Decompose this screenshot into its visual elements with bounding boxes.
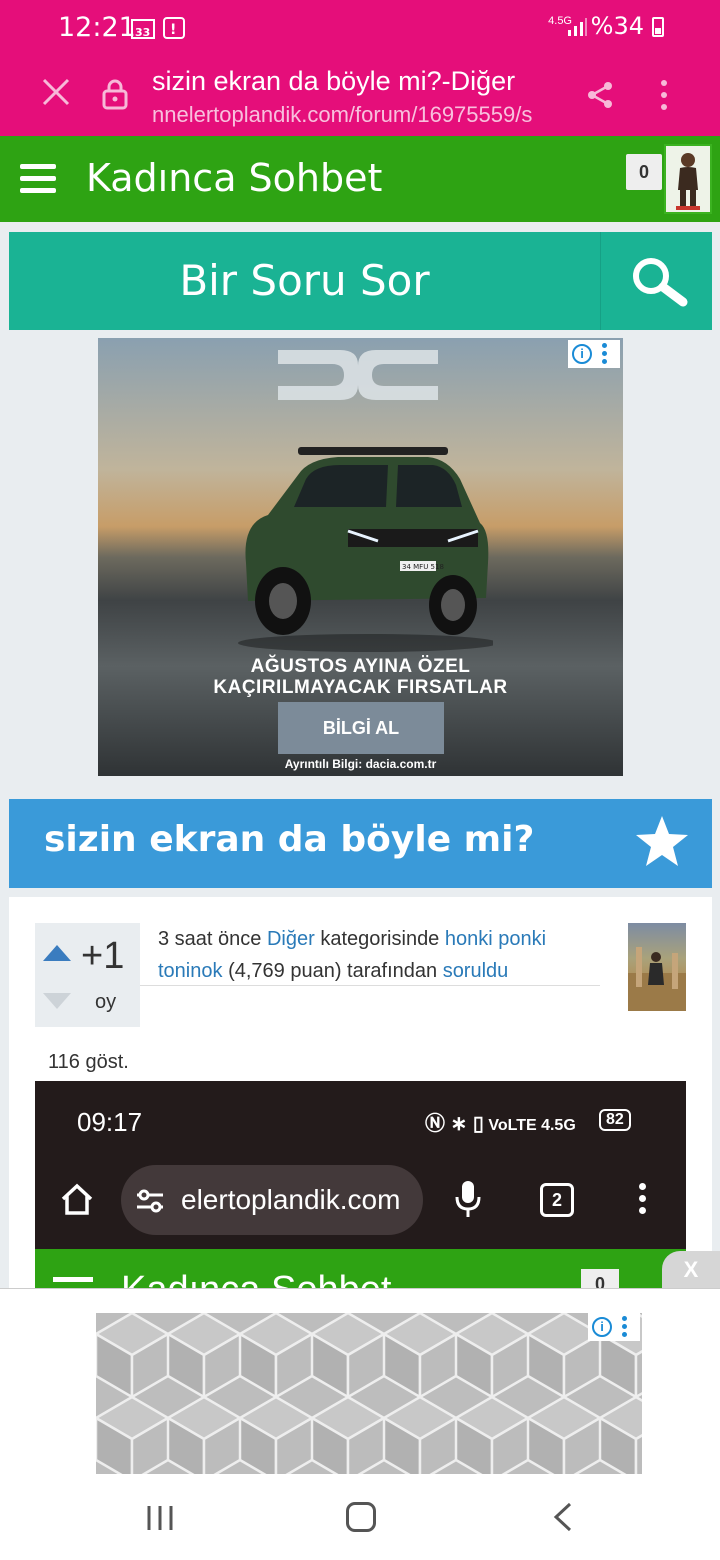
notification-count[interactable]: 0 [626, 154, 662, 190]
category-link[interactable]: Diğer [267, 928, 315, 950]
shot-url-bar: elertoplandik.com [121, 1165, 423, 1235]
lock-icon[interactable] [101, 78, 129, 110]
share-icon[interactable] [585, 80, 615, 110]
divider [140, 985, 600, 986]
vote-down-icon[interactable] [43, 993, 71, 1009]
license-plate: 34 MFU 518 [402, 563, 444, 571]
ad-headline-line2: KAÇIRILMAYACAK FIRSATLAR [213, 677, 508, 698]
close-ad-button[interactable]: X [662, 1251, 720, 1288]
notification-icons: 33 ! [130, 14, 186, 46]
vote-label: oy [95, 991, 117, 1013]
car-image: 34 MFU 518 [238, 447, 493, 652]
notification-icon: 33 ! [131, 17, 185, 39]
question-body: +1 oy 3 saat önce Diğer kategorisinde ho… [9, 897, 712, 1297]
vote-box: +1 oy [35, 923, 140, 1027]
vote-count: +1 [81, 935, 125, 977]
author-points: (4,769 puan) [228, 960, 342, 982]
battery-percent: %34 [590, 12, 644, 40]
author-avatar[interactable] [628, 923, 686, 1011]
system-nav-bar [0, 1478, 720, 1560]
home-icon[interactable] [346, 1502, 376, 1532]
by-word: tarafından [347, 960, 438, 982]
sticky-ad: i [0, 1288, 720, 1478]
embedded-screenshot: 09:17 Ⓝ ∗ ▯ VoLTE 4.5G 82 elertoplandik.… [35, 1081, 686, 1297]
advertisement-banner[interactable]: 34 MFU 518 AĞUSTOS AYINA ÖZEL KAÇIRILMAY… [98, 338, 623, 776]
ad-footer-text: Ayrıntılı Bilgi: dacia.com.tr [284, 757, 437, 771]
status-time: 12:21 [58, 12, 136, 43]
battery-icon [652, 17, 664, 37]
question-header: sizin ekran da böyle mi? [9, 799, 712, 888]
shot-network: VoLTE 4.5G [488, 1117, 576, 1134]
shot-battery: 82 [599, 1109, 631, 1131]
status-bar: 12:21 33 ! 4.5G %34 [0, 0, 720, 54]
ad-info-icon[interactable]: i [588, 1313, 640, 1341]
user-avatar[interactable] [664, 144, 712, 214]
sticky-ad-banner[interactable]: i [96, 1313, 642, 1474]
ad-headline-line1: AĞUSTOS AYINA ÖZEL [250, 656, 471, 677]
search-button[interactable] [600, 232, 712, 330]
time-ago: 3 saat önce [158, 928, 262, 950]
ask-question-button[interactable]: Bir Soru Sor [9, 232, 600, 330]
signal-icon [568, 18, 587, 36]
back-icon[interactable] [552, 1502, 574, 1532]
shot-mic-icon [455, 1181, 481, 1217]
asked-link[interactable]: soruldu [443, 960, 509, 982]
site-header: Kadınca Sohbet 0 [0, 136, 720, 222]
ad-info-icon[interactable]: i [568, 340, 620, 368]
question-title: sizin ekran da böyle mi? [44, 819, 535, 860]
shot-status-icons: Ⓝ ∗ ▯ VoLTE 4.5G [425, 1113, 576, 1135]
ad-cta-button[interactable]: BİLGİ AL [278, 702, 444, 754]
svg-text:!: ! [170, 22, 176, 38]
shot-menu-icon [53, 1277, 93, 1282]
favorite-star-icon[interactable] [633, 813, 691, 871]
search-icon [633, 258, 688, 307]
ask-question-bar: Bir Soru Sor [9, 232, 712, 330]
ad-headline: AĞUSTOS AYINA ÖZEL KAÇIRILMAYACAK FIRSAT… [98, 656, 623, 698]
shot-home-icon [61, 1183, 93, 1215]
view-count: 116 göst. [48, 1051, 129, 1073]
ad-pattern-image [96, 1313, 642, 1474]
shot-time: 09:17 [77, 1107, 143, 1137]
page-url[interactable]: nnelertoplandik.com/forum/16975559/s [152, 102, 557, 128]
browser-top-bar: 12:21 33 ! 4.5G %34 sizin ekran da böyle… [0, 0, 720, 136]
shot-more-icon [639, 1183, 647, 1219]
category-suffix: kategorisinde [320, 928, 440, 950]
vote-up-icon[interactable] [43, 945, 71, 961]
brand-logo-icon [278, 350, 438, 400]
question-meta: 3 saat önce Diğer kategorisinde honki po… [158, 923, 598, 987]
notif-count: 33 [135, 26, 150, 39]
close-tab-icon[interactable] [40, 76, 72, 108]
shot-url-text: elertoplandik.com [181, 1184, 401, 1215]
menu-icon[interactable] [20, 164, 56, 194]
url-bar: sizin ekran da böyle mi?-Diğer nnelertop… [0, 54, 720, 136]
site-logo[interactable]: Kadınca Sohbet [86, 156, 382, 200]
shot-tabs-icon: 2 [540, 1183, 574, 1217]
recent-apps-icon[interactable] [146, 1504, 174, 1532]
page-title[interactable]: sizin ekran da böyle mi?-Diğer [152, 66, 557, 97]
more-options-icon[interactable] [652, 78, 676, 112]
shot-tune-icon [137, 1189, 163, 1213]
